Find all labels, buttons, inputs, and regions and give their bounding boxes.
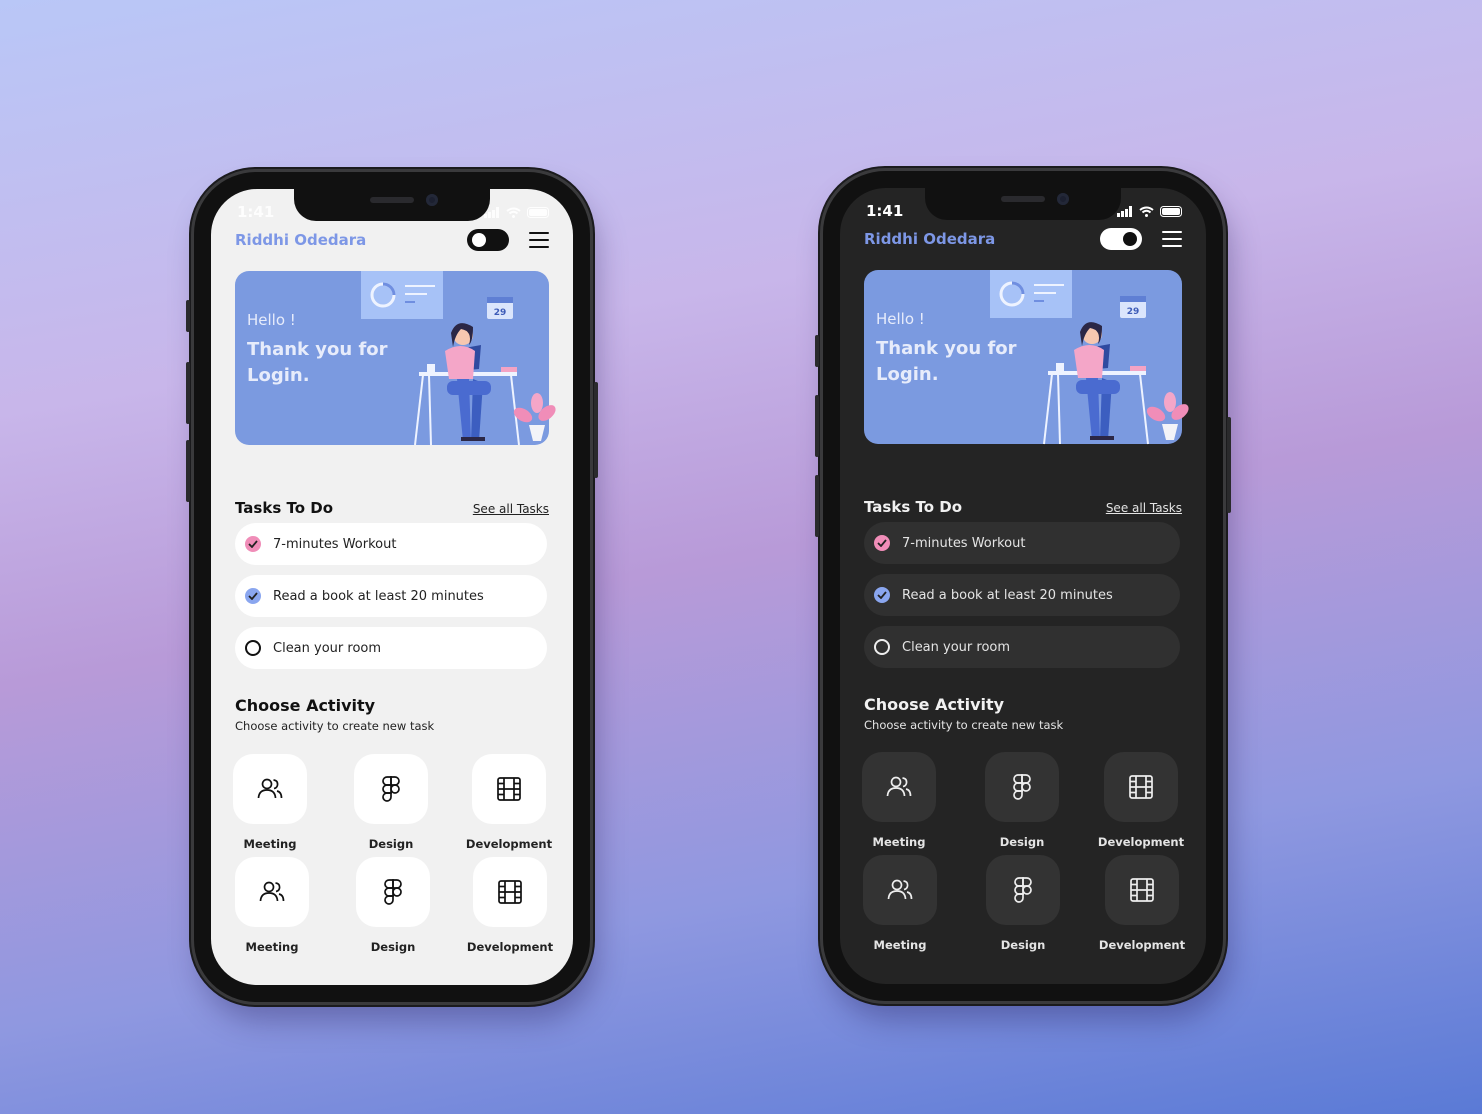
tasks-title: Tasks To Do	[864, 498, 962, 516]
theme-toggle[interactable]	[1100, 228, 1142, 250]
users-icon	[887, 879, 913, 900]
activity-tile-development[interactable]: Development	[467, 857, 553, 954]
users-icon	[257, 778, 283, 799]
task-label: Clean your room	[902, 639, 1011, 655]
film-icon	[1129, 775, 1153, 799]
toggle-knob	[1123, 232, 1137, 246]
menu-icon[interactable]	[1162, 231, 1182, 247]
screen: 1:41 Riddhi Odedara Hello ! Thank you fo…	[840, 188, 1206, 984]
activity-tile-design[interactable]: Design	[354, 754, 428, 851]
hero-greeting: Hello !	[247, 311, 296, 329]
task-label: Read a book at least 20 minutes	[273, 588, 484, 604]
tasks-header: Tasks To Do See all Tasks	[864, 498, 1182, 516]
screen: 1:41 Riddhi Odedara Hello ! Thank you fo…	[211, 189, 573, 985]
phone-dark: 1:41 Riddhi Odedara Hello ! Thank you fo…	[815, 171, 1231, 1001]
task-label: Read a book at least 20 minutes	[902, 587, 1113, 603]
notch	[925, 188, 1121, 220]
check-icon[interactable]	[245, 536, 261, 552]
activity-tile-development[interactable]: Development	[1098, 752, 1184, 849]
tile-label: Design	[1000, 938, 1046, 952]
see-all-tasks-link[interactable]: See all Tasks	[1106, 501, 1182, 515]
film-icon	[497, 777, 521, 801]
user-name: Riddhi Odedara	[235, 231, 367, 249]
task-item[interactable]: Read a book at least 20 minutes	[235, 575, 547, 617]
tasks-title: Tasks To Do	[235, 499, 333, 517]
film-icon	[1130, 878, 1154, 902]
activity-tile-design[interactable]: Design	[985, 752, 1059, 849]
figma-icon	[382, 776, 400, 802]
wifi-icon	[1139, 206, 1154, 217]
tasks-header: Tasks To Do See all Tasks	[235, 499, 549, 517]
activity-title: Choose Activity	[235, 696, 376, 715]
toggle-knob	[472, 233, 486, 247]
tile-label: Development	[466, 940, 554, 954]
tile-label: Meeting	[873, 938, 927, 952]
empty-circle-icon[interactable]	[245, 640, 261, 656]
task-item[interactable]: 7-minutes Workout	[864, 522, 1180, 564]
activity-tile-meeting[interactable]: Meeting	[235, 857, 309, 954]
tile-label: Design	[368, 837, 414, 851]
calendar-day: 29	[1127, 307, 1140, 317]
users-icon	[259, 881, 285, 902]
tile-label: Development	[1097, 835, 1185, 849]
desk-illustration: 29	[990, 270, 1189, 445]
figma-icon	[1013, 774, 1031, 800]
figma-icon	[384, 879, 402, 905]
task-item[interactable]: Clean your room	[235, 627, 547, 669]
theme-toggle[interactable]	[467, 229, 509, 251]
wifi-icon	[506, 207, 521, 218]
users-icon	[886, 776, 912, 797]
activity-tile-meeting[interactable]: Meeting	[863, 855, 937, 952]
calendar-day: 29	[494, 308, 507, 318]
film-icon	[498, 880, 522, 904]
signal-icon	[1117, 205, 1132, 217]
activity-tile-development[interactable]: Development	[1099, 855, 1185, 952]
tile-label: Meeting	[245, 940, 299, 954]
status-time: 1:41	[237, 203, 275, 221]
welcome-banner: Hello ! Thank you for Login. 29	[235, 271, 556, 446]
task-item[interactable]: Read a book at least 20 minutes	[864, 574, 1180, 616]
tile-label: Development	[465, 837, 553, 851]
desk-illustration: 29	[361, 271, 556, 446]
activity-subtitle: Choose activity to create new task	[864, 718, 1064, 732]
tile-label: Meeting	[872, 835, 926, 849]
menu-icon[interactable]	[529, 232, 549, 248]
camera-icon	[426, 194, 438, 206]
tile-label: Design	[999, 835, 1045, 849]
battery-icon	[527, 206, 549, 218]
status-time: 1:41	[866, 202, 904, 220]
app-header: Riddhi Odedara	[235, 227, 549, 253]
user-name: Riddhi Odedara	[864, 230, 996, 248]
hero-greeting: Hello !	[876, 310, 925, 328]
activity-subtitle: Choose activity to create new task	[235, 719, 435, 733]
activity-tile-development[interactable]: Development	[466, 754, 552, 851]
activity-tile-design[interactable]: Design	[986, 855, 1060, 952]
check-icon[interactable]	[245, 588, 261, 604]
task-label: Clean your room	[273, 640, 382, 656]
activity-tile-meeting[interactable]: Meeting	[233, 754, 307, 851]
welcome-banner: Hello ! Thank you for Login. 29	[864, 270, 1189, 445]
activity-tile-meeting[interactable]: Meeting	[862, 752, 936, 849]
notch	[294, 189, 490, 221]
check-icon[interactable]	[874, 535, 890, 551]
tile-label: Development	[1098, 938, 1186, 952]
task-label: 7-minutes Workout	[273, 536, 397, 552]
task-item[interactable]: Clean your room	[864, 626, 1180, 668]
activity-tile-design[interactable]: Design	[356, 857, 430, 954]
activity-title: Choose Activity	[864, 695, 1005, 714]
task-label: 7-minutes Workout	[902, 535, 1026, 551]
empty-circle-icon[interactable]	[874, 639, 890, 655]
tile-label: Design	[370, 940, 416, 954]
battery-icon	[1160, 205, 1182, 217]
task-item[interactable]: 7-minutes Workout	[235, 523, 547, 565]
check-icon[interactable]	[874, 587, 890, 603]
tile-label: Meeting	[243, 837, 297, 851]
phone-light: 1:41 Riddhi Odedara Hello ! Thank you fo…	[186, 172, 598, 1002]
app-header: Riddhi Odedara	[864, 226, 1182, 252]
figma-icon	[1014, 877, 1032, 903]
see-all-tasks-link[interactable]: See all Tasks	[473, 502, 549, 516]
camera-icon	[1057, 193, 1069, 205]
